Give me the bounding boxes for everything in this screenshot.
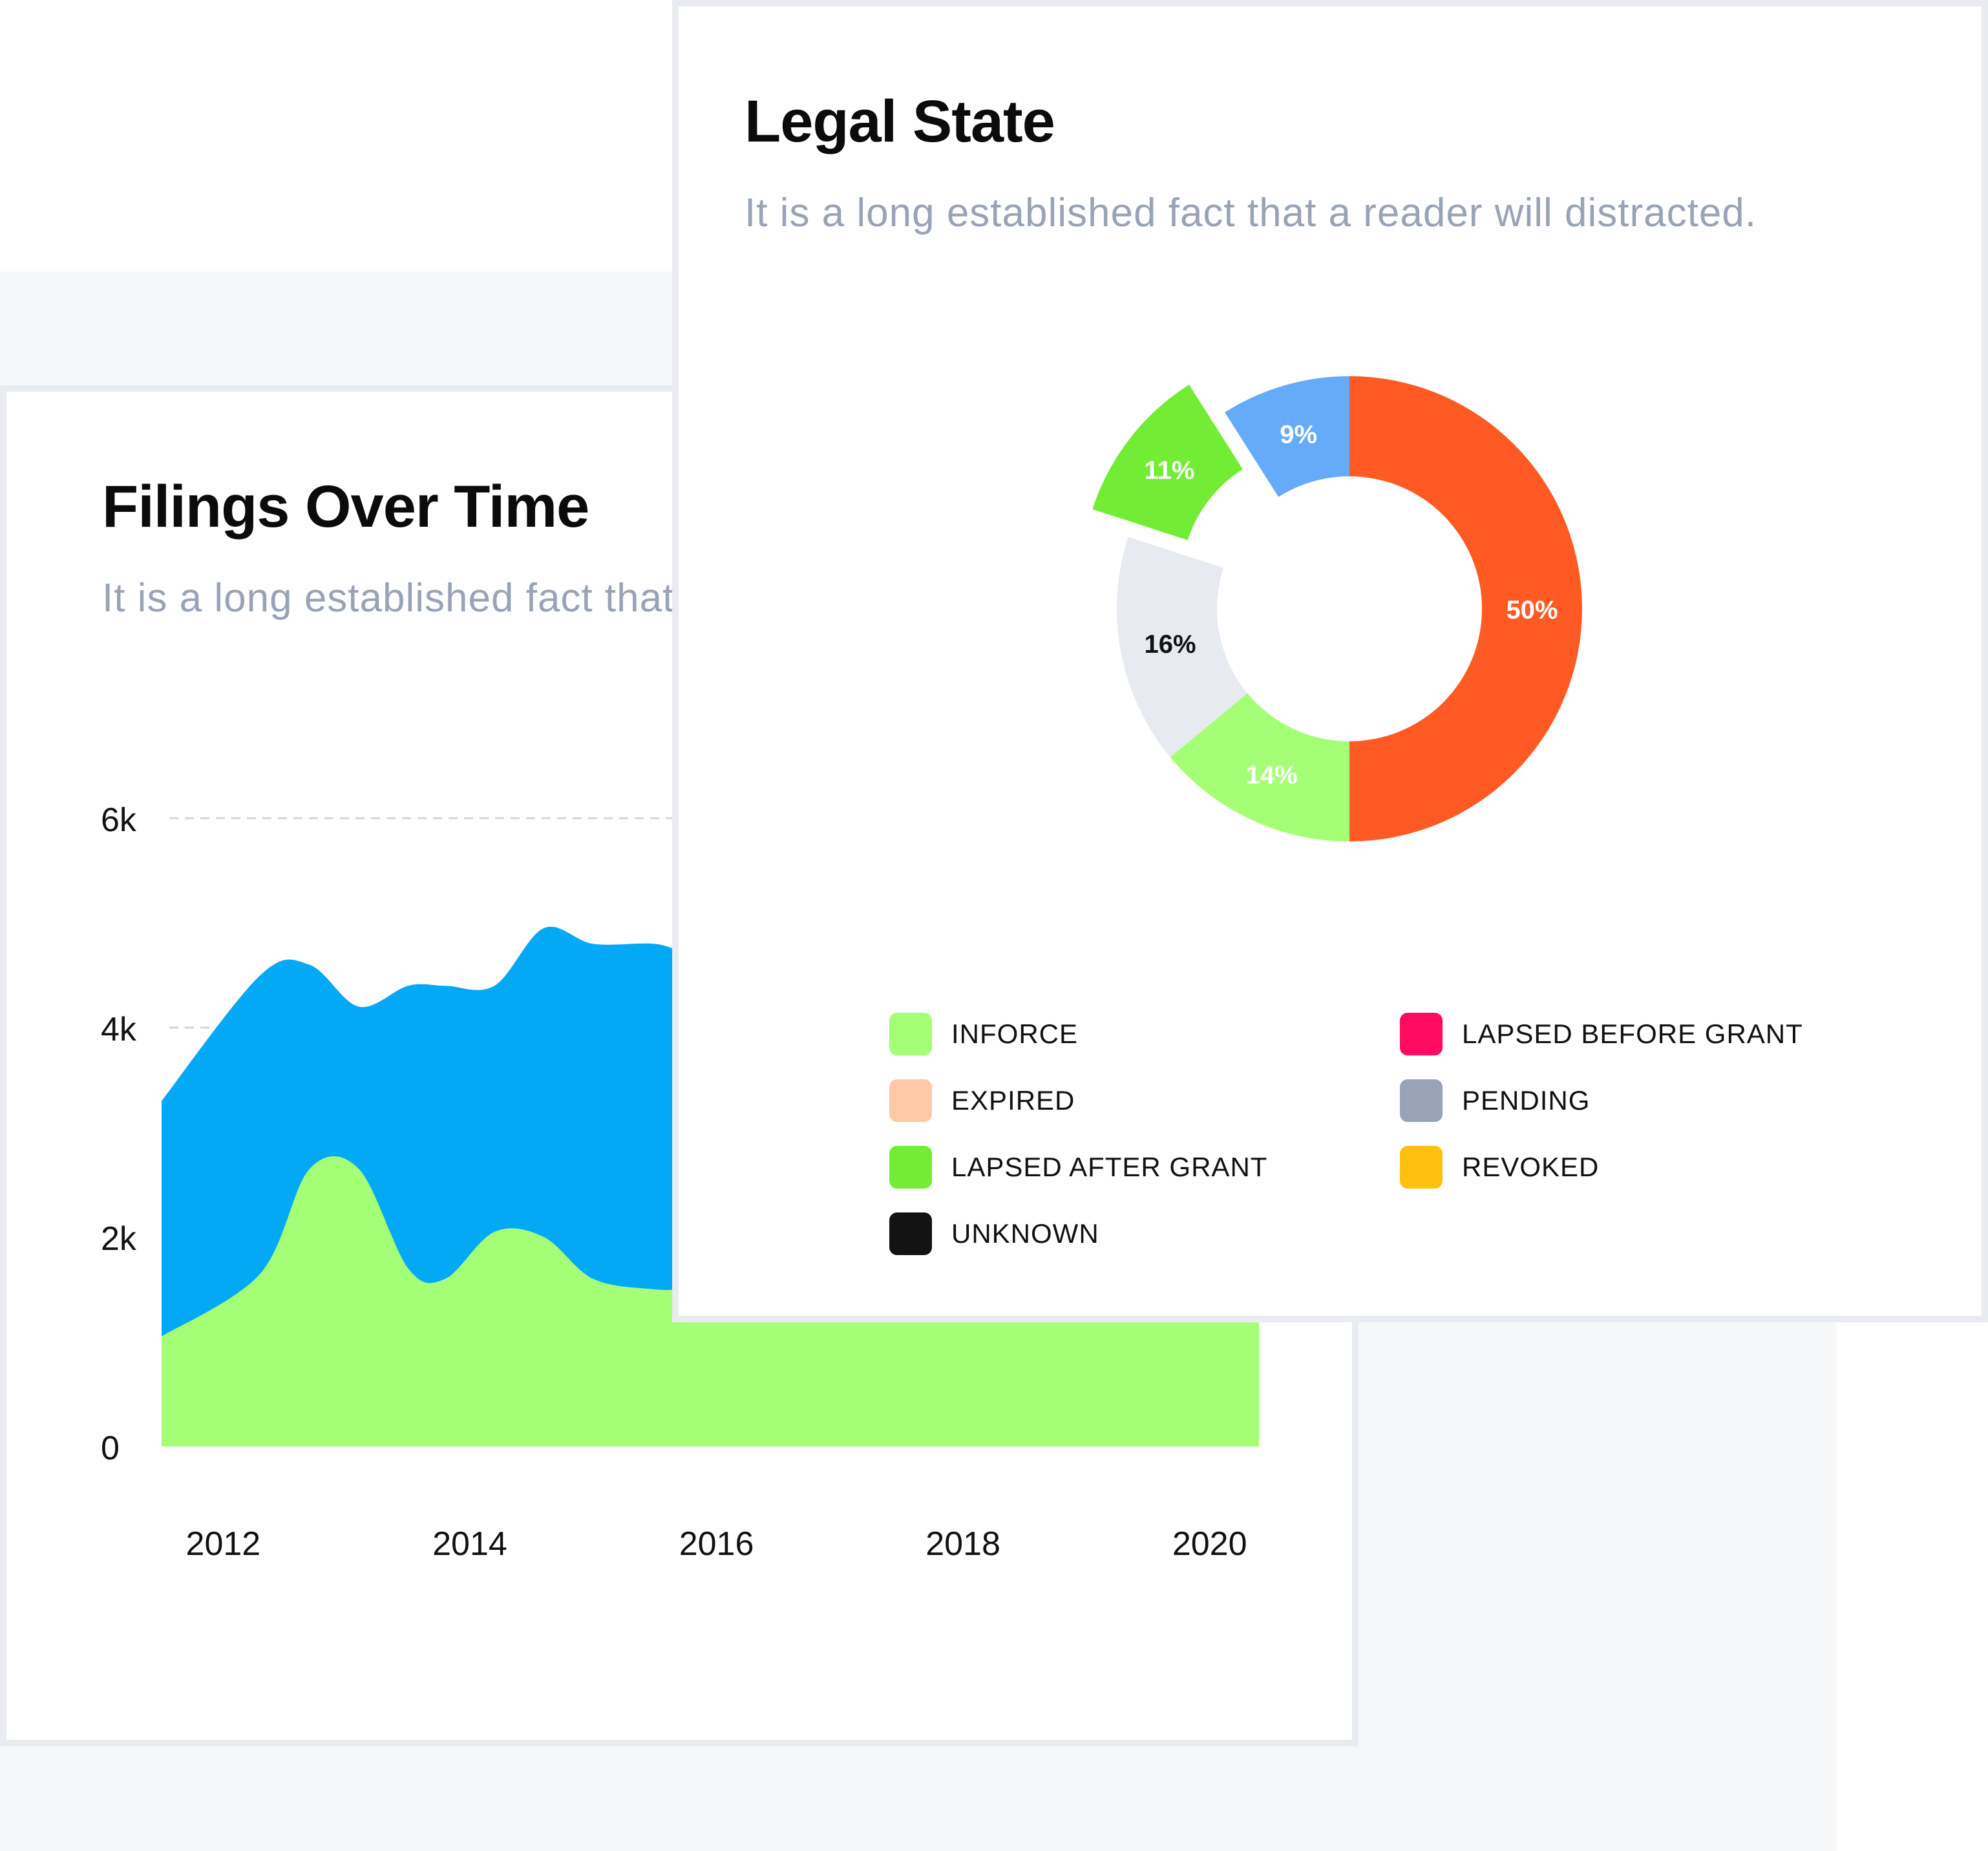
area-chart-ytick-label: 4k — [101, 1011, 137, 1048]
area-chart-xtick-label: 2018 — [925, 1525, 1000, 1563]
donut-slice-label: 9% — [1280, 421, 1317, 449]
legal-state-card: Legal State It is a long established fac… — [672, 0, 1988, 1322]
area-chart-ytick-label: 2k — [101, 1220, 137, 1258]
area-chart-xtick-label: 2014 — [432, 1525, 507, 1563]
area-chart-xtick-label: 2012 — [186, 1525, 261, 1563]
donut-slice-label: 14% — [1246, 761, 1298, 790]
area-chart-xtick-label: 2020 — [1172, 1525, 1247, 1563]
area-chart-ytick-label: 6k — [101, 801, 137, 839]
area-chart-ytick-label: 0 — [101, 1430, 120, 1467]
donut-slice-label: 11% — [1145, 456, 1195, 485]
legal-state-donut-chart: 50% 14% 16% 11% 9% — [1092, 376, 1582, 841]
area-chart-xtick-label: 2016 — [679, 1525, 754, 1563]
donut-slice-label: 16% — [1144, 630, 1196, 659]
donut-slice-label: 50% — [1506, 596, 1558, 624]
